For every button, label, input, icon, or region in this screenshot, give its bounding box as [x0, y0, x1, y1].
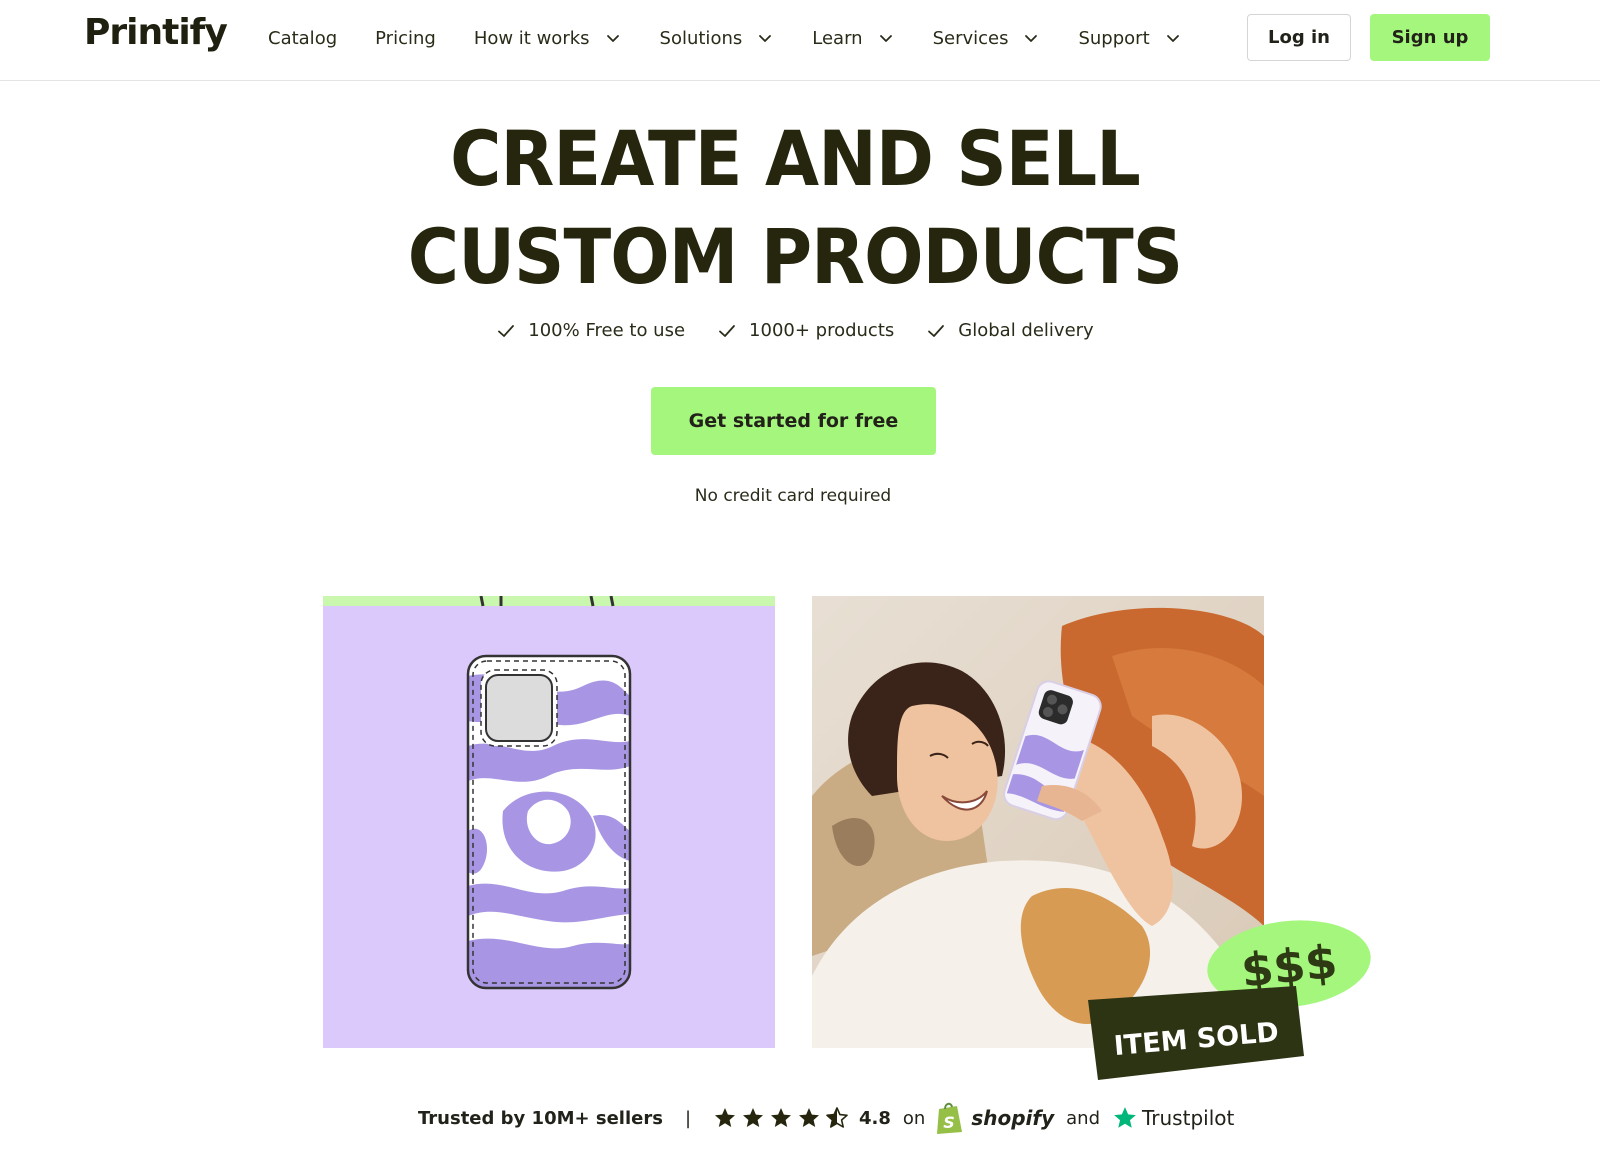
nav-services-label: Services: [932, 27, 1009, 49]
trustpilot-star-icon: [1114, 1107, 1136, 1128]
star-icon: [715, 1108, 736, 1127]
trustpilot-logo[interactable]: Trustpilot: [1112, 1105, 1234, 1131]
get-started-button[interactable]: Get started for free: [651, 387, 936, 455]
chevron-down-icon: [1025, 35, 1038, 42]
benefit-item: 100% Free to use: [496, 320, 685, 341]
checkmark-icon: [498, 324, 515, 337]
star-icon: [799, 1108, 820, 1127]
checkmark-icon: [719, 324, 735, 337]
item-sold-badge: ITEM SOLD: [1088, 986, 1308, 1082]
half-star-icon: [826, 1107, 848, 1128]
nav-pricing-label: Pricing: [375, 27, 436, 49]
trusted-sellers-text: Trusted by 10M+ sellers: [418, 1107, 663, 1129]
nav-services[interactable]: Services: [933, 28, 1041, 49]
nav-learn-label: Learn: [812, 27, 863, 49]
nav-pricing[interactable]: Pricing: [375, 28, 436, 49]
shopify-logo[interactable]: S shopify: [935, 1101, 1054, 1135]
hero-title-line-2: CUSTOM PRODUCTS: [407, 212, 1183, 301]
phone-case-mockup-image: [323, 596, 775, 1048]
lifestyle-photo: [812, 596, 1264, 1048]
star-icon: [771, 1108, 792, 1127]
trust-separator: |: [684, 1107, 692, 1129]
shopify-bag-icon: S: [937, 1102, 963, 1134]
benefit-label: 1000+ products: [749, 320, 895, 341]
benefit-label: 100% Free to use: [528, 320, 686, 341]
chevron-down-icon: [606, 35, 619, 42]
chevron-down-icon: [879, 35, 892, 42]
benefits-list: 100% Free to use 1000+ products Global d…: [0, 320, 1590, 341]
and-text: and: [1066, 1107, 1100, 1129]
svg-text:S: S: [944, 1113, 956, 1132]
printify-logo[interactable]: Printify: [84, 12, 228, 53]
shopify-label: shopify: [971, 1106, 1055, 1130]
rating-stars: [713, 1106, 849, 1130]
nav-catalog[interactable]: Catalog: [268, 28, 337, 49]
chevron-down-icon: [759, 35, 772, 42]
login-button[interactable]: Log in: [1247, 14, 1351, 61]
nav-support-label: Support: [1078, 27, 1150, 49]
woman-with-phone-illustration: [812, 596, 1264, 1048]
trustpilot-label: Trustpilot: [1142, 1106, 1235, 1130]
nav-learn[interactable]: Learn: [812, 28, 894, 49]
nav-support[interactable]: Support: [1078, 28, 1181, 49]
checkmark-icon: [928, 324, 945, 337]
star-icon: [743, 1108, 764, 1127]
trust-bar: Trusted by 10M+ sellers | 4.8 on S shopi…: [418, 1100, 1234, 1136]
rating-on-text: on: [902, 1107, 926, 1129]
main-nav: Catalog Pricing How it works Solutions L…: [268, 22, 1220, 54]
benefit-label: Global delivery: [958, 320, 1094, 341]
rating-value: 4.8: [859, 1107, 891, 1129]
no-credit-card-note: No credit card required: [694, 486, 892, 506]
benefit-item: Global delivery: [926, 320, 1094, 341]
nav-how-it-works[interactable]: How it works: [474, 28, 622, 49]
chevron-down-icon: [1166, 35, 1179, 42]
site-header: Printify Catalog Pricing How it works So…: [0, 0, 1600, 81]
benefit-item: 1000+ products: [717, 320, 894, 341]
nav-solutions[interactable]: Solutions: [660, 28, 775, 49]
nav-solutions-label: Solutions: [659, 27, 743, 49]
nav-how-it-works-label: How it works: [473, 27, 590, 49]
signup-button[interactable]: Sign up: [1370, 14, 1490, 61]
hero-title-line-1: CREATE AND SELL: [450, 114, 1141, 203]
nav-catalog-label: Catalog: [268, 27, 338, 49]
hero-title: CREATE AND SELL CUSTOM PRODUCTS: [64, 110, 1527, 306]
phone-case-illustration: [466, 596, 632, 990]
